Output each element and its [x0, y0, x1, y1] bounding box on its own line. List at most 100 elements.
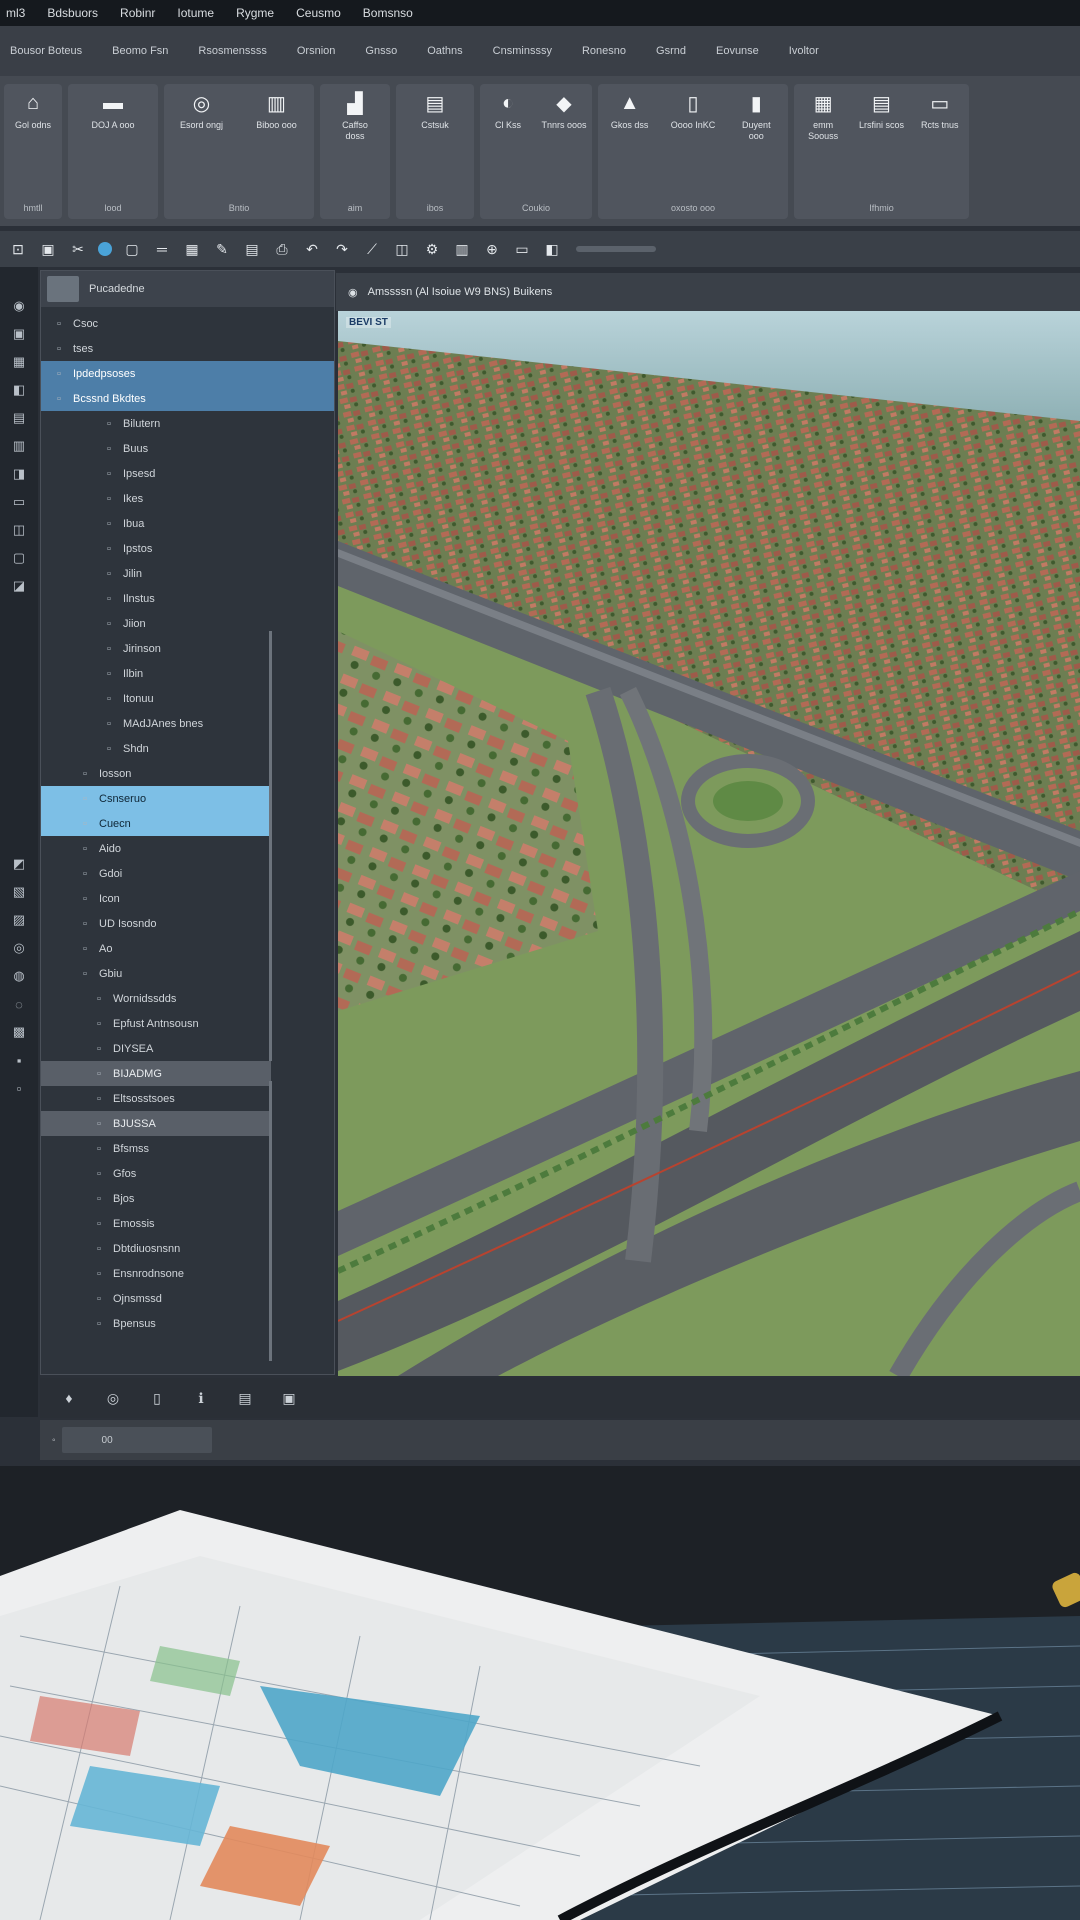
tool-icon[interactable]: ◎: [10, 939, 28, 957]
tool-icon[interactable]: ▢: [10, 549, 28, 567]
tree-item[interactable]: ▫ Ao: [41, 936, 334, 961]
tree-item[interactable]: ▫ Ipsesd: [41, 461, 334, 486]
pin-icon[interactable]: ♦: [60, 1389, 78, 1407]
tool-icon[interactable]: ▨: [10, 911, 28, 929]
ribbon-button[interactable]: ▦ emm Soouss: [800, 90, 846, 197]
tree-item[interactable]: ▫ Eltsosstsoes: [41, 1086, 334, 1111]
pen-icon[interactable]: ✎: [212, 239, 232, 259]
panel-icon[interactable]: ◧: [542, 239, 562, 259]
tool-icon[interactable]: ◉: [10, 297, 28, 315]
tool-icon[interactable]: ▫: [10, 1079, 28, 1097]
tree-item[interactable]: ▫ Itonuu: [41, 686, 334, 711]
tree-item[interactable]: ▫ Gdoi: [41, 861, 334, 886]
tool-icon[interactable]: ▦: [10, 353, 28, 371]
cut-icon[interactable]: ✂: [68, 239, 88, 259]
tree-item[interactable]: ▫ UD Isosndo: [41, 911, 334, 936]
tree-item[interactable]: ▫ Ilnstus: [41, 586, 334, 611]
tool-icon[interactable]: ◧: [10, 381, 28, 399]
info-icon[interactable]: ℹ: [192, 1389, 210, 1407]
tool-icon[interactable]: ▩: [10, 1023, 28, 1041]
ribbon-button[interactable]: ▤ Lrsfini scos: [858, 90, 904, 197]
zoom-icon[interactable]: ⊕: [482, 239, 502, 259]
ribbon-tab[interactable]: Gnsso: [365, 45, 397, 57]
page-icon[interactable]: ▯: [148, 1389, 166, 1407]
tool-icon[interactable]: ▧: [10, 883, 28, 901]
tree-item[interactable]: ▫ Jiion: [41, 611, 334, 636]
ribbon-button[interactable]: ◆ Tnnrs ooos: [541, 90, 587, 197]
viewport-tab[interactable]: ◉ Amssssn (Al Isoiue W9 BNS) Buikens: [336, 273, 1080, 311]
open-icon[interactable]: ⊡: [8, 239, 28, 259]
tool-icon[interactable]: ◌: [10, 995, 28, 1013]
tree-item[interactable]: ▫ Gfos: [41, 1161, 334, 1186]
tree-item[interactable]: ▫ Iosson: [41, 761, 334, 786]
tree-item[interactable]: ▫ Bcssnd Bkdtes: [41, 386, 334, 411]
table-icon[interactable]: ▥: [452, 239, 472, 259]
tool-icon[interactable]: ▥: [10, 437, 28, 455]
tool-icon[interactable]: ◪: [10, 577, 28, 595]
panel-scrollbar[interactable]: [269, 631, 272, 1061]
ribbon-tab[interactable]: Cnsminsssy: [493, 45, 552, 57]
ribbon-tab[interactable]: Beomo Fsn: [112, 45, 168, 57]
save-icon[interactable]: ▣: [38, 239, 58, 259]
menu-item[interactable]: Robinr: [120, 6, 155, 20]
redo-icon[interactable]: ↷: [332, 239, 352, 259]
tool-icon[interactable]: ▪: [10, 1051, 28, 1069]
tree-item[interactable]: ▫ Jilin: [41, 561, 334, 586]
page-icon[interactable]: ▤: [242, 239, 262, 259]
panel-scrollbar-lower[interactable]: [269, 1081, 272, 1361]
tree-item[interactable]: ▫ Bilutern: [41, 411, 334, 436]
settings-icon[interactable]: ⚙: [422, 239, 442, 259]
ribbon-button[interactable]: ⌂ Gol odns: [10, 90, 56, 197]
color-icon[interactable]: [98, 242, 112, 256]
ribbon-tab[interactable]: Ronesno: [582, 45, 626, 57]
print-icon[interactable]: ⎙: [272, 239, 292, 259]
tree-item[interactable]: ▫ Gbiu: [41, 961, 334, 986]
ribbon-button[interactable]: ▤ Cstsuk: [412, 90, 458, 197]
ribbon-tab[interactable]: Gsrnd: [656, 45, 686, 57]
tree-item[interactable]: ▫ Epfust Antnsousn: [41, 1011, 334, 1036]
tool-icon[interactable]: ▣: [10, 325, 28, 343]
zoom-slider[interactable]: [576, 246, 656, 252]
tree-item[interactable]: ▫ Bjos: [41, 1186, 334, 1211]
ribbon-button[interactable]: ▲ Gkos dss: [607, 90, 653, 197]
ribbon-button[interactable]: ▯ Oooo InKC: [670, 90, 716, 197]
ribbon-tab[interactable]: Eovunse: [716, 45, 759, 57]
ribbon-button[interactable]: ▥ Biboo ooo: [254, 90, 300, 197]
tree-item[interactable]: ▫ tses: [41, 336, 334, 361]
menu-item[interactable]: Bomsnso: [363, 6, 413, 20]
target-icon[interactable]: ◎: [104, 1389, 122, 1407]
tree-item[interactable]: ▫ BIJADMG: [41, 1061, 271, 1086]
tool-icon[interactable]: ◩: [10, 855, 28, 873]
tool-icon[interactable]: ▤: [10, 409, 28, 427]
ribbon-tab[interactable]: Oathns: [427, 45, 462, 57]
3d-viewport[interactable]: BEVI ST: [338, 311, 1080, 1376]
tree-item[interactable]: ▫ Ibua: [41, 511, 334, 536]
tree-item[interactable]: ▫ DIYSEA: [41, 1036, 334, 1061]
grid-icon[interactable]: ▦: [182, 239, 202, 259]
tree-item[interactable]: ▫ Shdn: [41, 736, 334, 761]
tree-item[interactable]: ▫ Cuecn: [41, 811, 271, 836]
tree-item[interactable]: ▫ Icon: [41, 886, 334, 911]
tree-item[interactable]: ▫ Ilbin: [41, 661, 334, 686]
ribbon-button[interactable]: ◎ Esord ongj: [179, 90, 225, 197]
ruler-icon[interactable]: ═: [152, 239, 172, 259]
menu-item[interactable]: Iotume: [177, 6, 214, 20]
tree-item[interactable]: ▫ BJUSSA: [41, 1111, 271, 1136]
ribbon-button[interactable]: ▟ Caffso doss: [332, 90, 378, 197]
tool-icon[interactable]: ◫: [10, 521, 28, 539]
ribbon-button[interactable]: ▮ Duyent ooo: [733, 90, 779, 197]
tree-item[interactable]: ▫ Csnseruo: [41, 786, 271, 811]
tool-icon[interactable]: ◍: [10, 967, 28, 985]
brush-icon[interactable]: ⟋: [362, 239, 382, 259]
tree-item[interactable]: ▫ Ikes: [41, 486, 334, 511]
tree-item[interactable]: ▫ Bpensus: [41, 1311, 334, 1336]
tree-item[interactable]: ▫ Ipdedpsoses: [41, 361, 334, 386]
layers-icon[interactable]: ◫: [392, 239, 412, 259]
ribbon-tab[interactable]: Ivoltor: [789, 45, 819, 57]
ribbon-button[interactable]: ▬ DOJ A ooo: [90, 90, 136, 197]
ribbon-tab[interactable]: Orsnion: [297, 45, 336, 57]
menu-item[interactable]: Rygme: [236, 6, 274, 20]
tree-item[interactable]: ▫ Bfsmss: [41, 1136, 334, 1161]
ribbon-tab[interactable]: Rsosmenssss: [198, 45, 266, 57]
tree-item[interactable]: ▫ Jirinson: [41, 636, 334, 661]
